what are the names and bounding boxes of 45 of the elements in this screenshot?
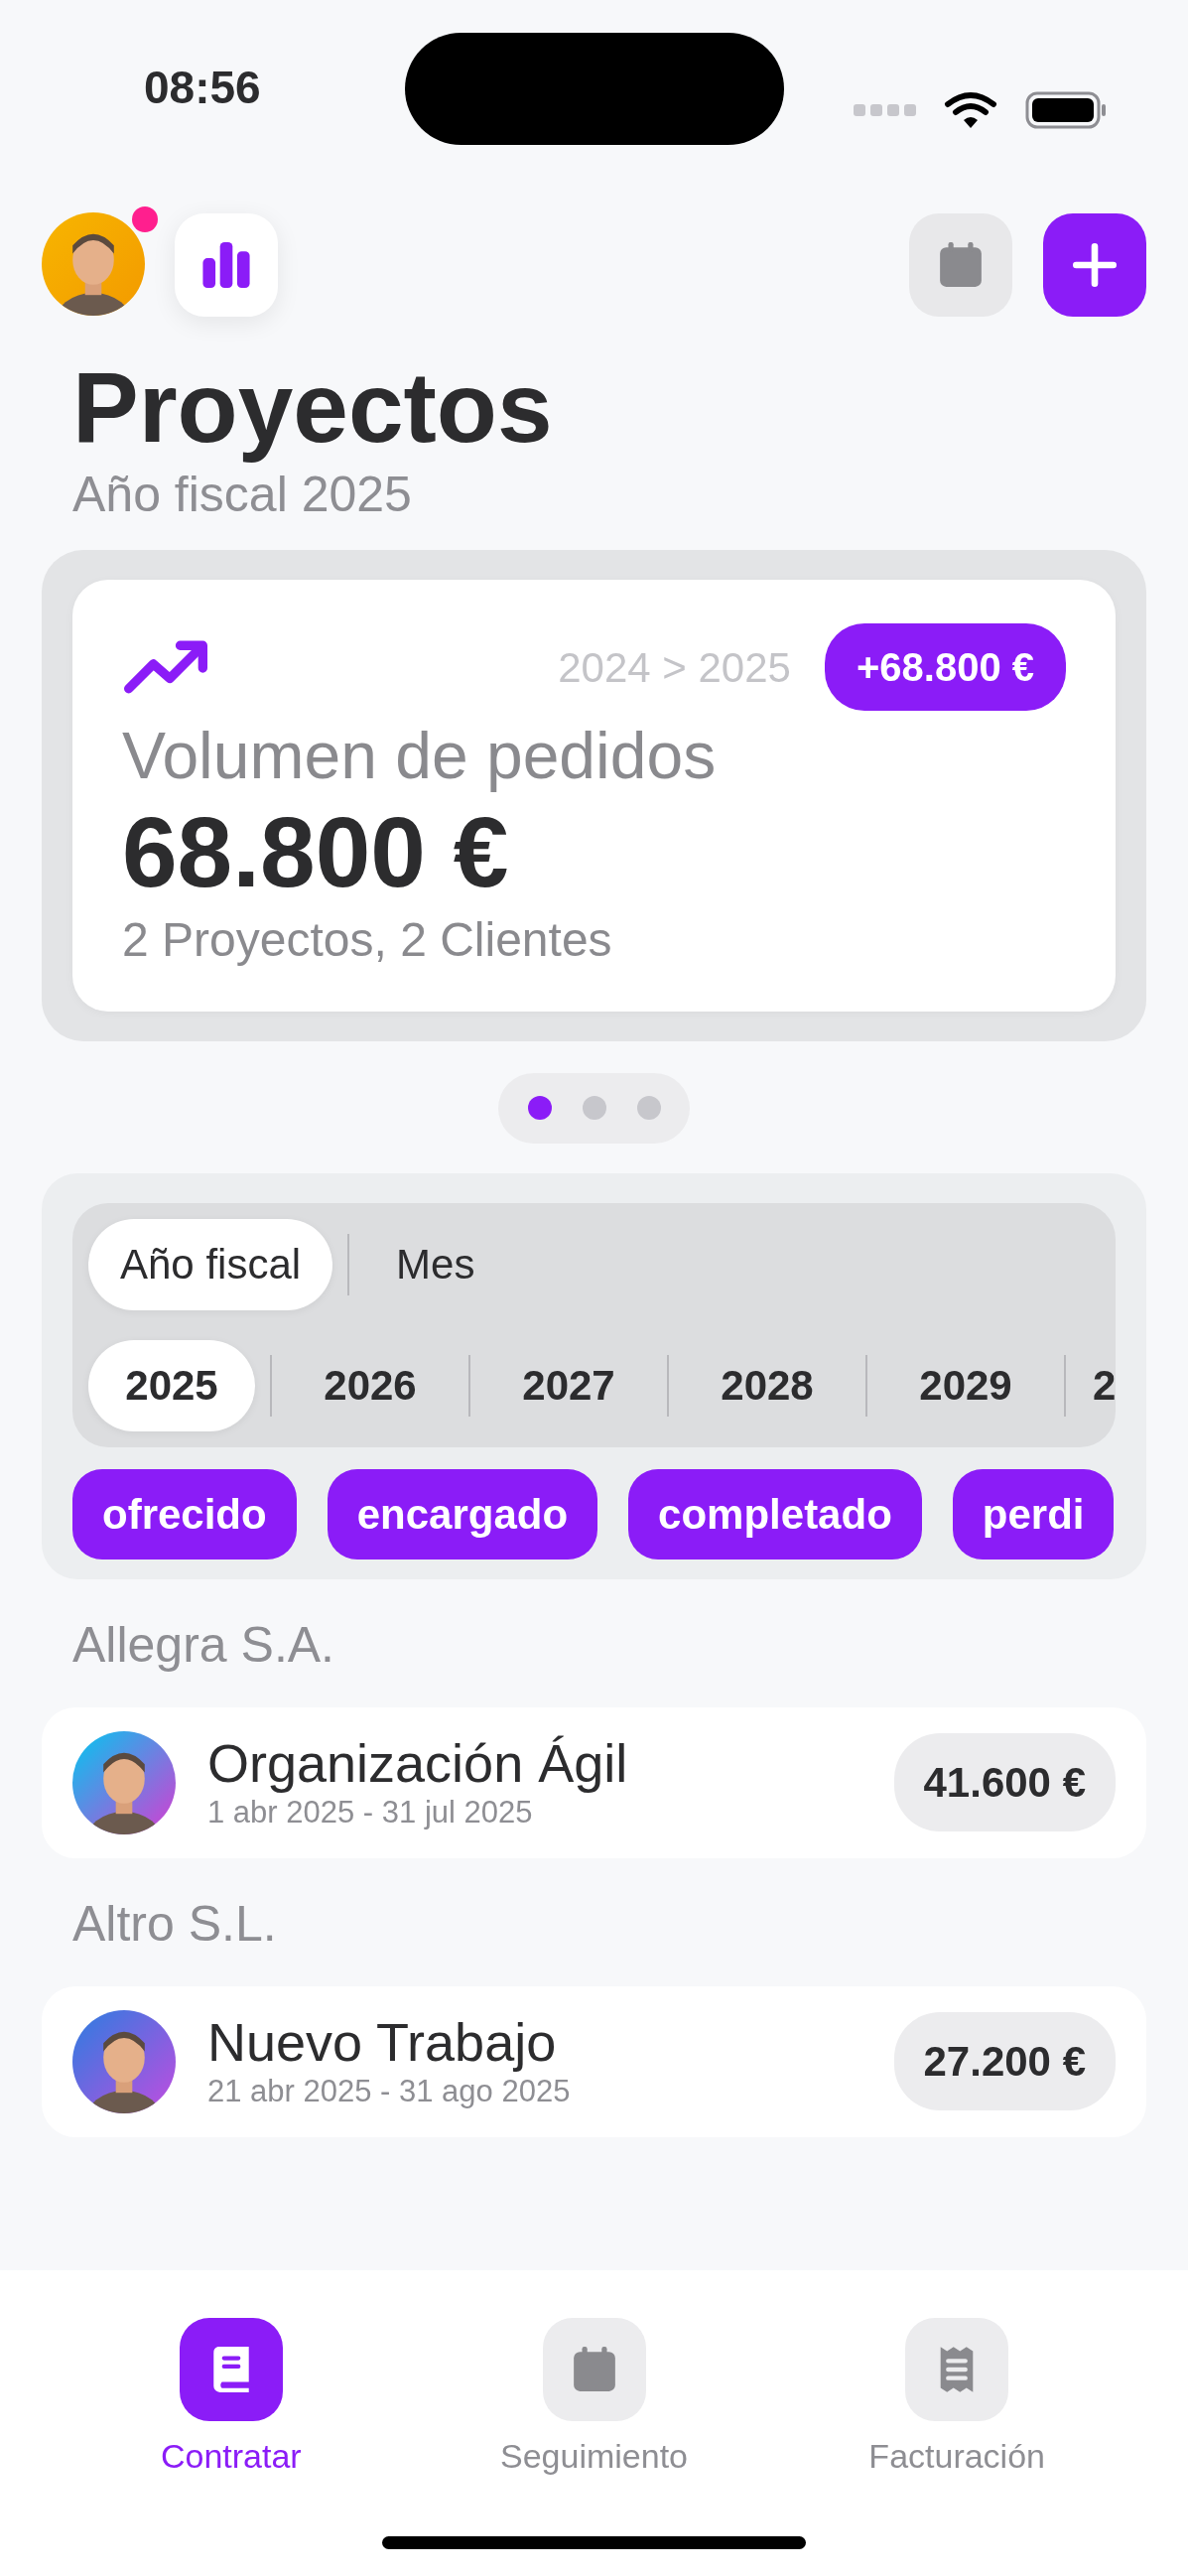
client-name: Altro S.L. [72, 1894, 278, 1954]
bar-chart-icon [202, 241, 250, 288]
add-button[interactable] [1043, 212, 1146, 317]
status-chip[interactable]: completado [628, 1468, 922, 1559]
battery-icon [1025, 91, 1107, 129]
year-tab[interactable]: 2025 [88, 1339, 255, 1431]
page-dot[interactable] [527, 1096, 552, 1121]
project-dates: 1 abr 2025 - 31 jul 2025 [207, 1793, 534, 1830]
total-value: 68.800 € [122, 795, 510, 910]
signal-icon [854, 104, 916, 116]
year-tab[interactable]: 2 [1081, 1339, 1116, 1431]
comparison-period: 2024 > 2025 [558, 642, 791, 693]
year-tab[interactable]: 2028 [684, 1339, 851, 1431]
tab-item[interactable]: Contratar [50, 2318, 413, 2482]
trend-up-icon [122, 639, 209, 695]
period-tab[interactable]: Año fiscal [88, 1218, 333, 1310]
page-dot[interactable] [636, 1096, 661, 1121]
year-tab[interactable]: 2026 [287, 1339, 454, 1431]
project-dates: 21 abr 2025 - 31 ago 2025 [207, 2072, 571, 2109]
status-chip[interactable]: ofrecido [72, 1468, 297, 1559]
card-detail: 2 Proyectos, 2 Clientes [122, 912, 613, 969]
plus-icon [1073, 242, 1117, 287]
page-dot[interactable] [582, 1096, 606, 1121]
amount-pill: 41.600 € [893, 1733, 1116, 1832]
card-label: Volumen de pedidos [122, 718, 718, 794]
year-tab[interactable]: 2027 [485, 1339, 652, 1431]
statistics-button[interactable] [175, 212, 278, 317]
project-name: Organización Ágil [207, 1734, 628, 1794]
clock: 08:56 [144, 61, 262, 115]
change-badge: +68.800 € [824, 623, 1066, 711]
page-subtitle: Año fiscal 2025 [72, 466, 413, 524]
project-row[interactable]: Nuevo Trabajo 21 abr 2025 - 31 ago 2025 27.200 € [42, 1985, 1146, 2137]
calendar-icon [938, 240, 984, 289]
wifi-icon [944, 90, 997, 130]
calendar-icon [571, 2346, 617, 2393]
year-tab[interactable]: 2029 [882, 1339, 1049, 1431]
page-title: Proyectos [72, 350, 554, 465]
period-tab[interactable]: Mes [364, 1218, 507, 1310]
project-row[interactable]: Organización Ágil 1 abr 2025 - 31 jul 2025 41.600 € [42, 1706, 1146, 1858]
status-chip[interactable]: perdi [952, 1468, 1115, 1559]
status-chip[interactable]: encargado [327, 1468, 598, 1559]
project-name: Nuevo Trabajo [207, 2013, 558, 2073]
client-name: Allegra S.A. [72, 1615, 335, 1675]
calendar-button[interactable] [909, 212, 1012, 317]
amount-pill: 27.200 € [893, 2012, 1116, 2111]
